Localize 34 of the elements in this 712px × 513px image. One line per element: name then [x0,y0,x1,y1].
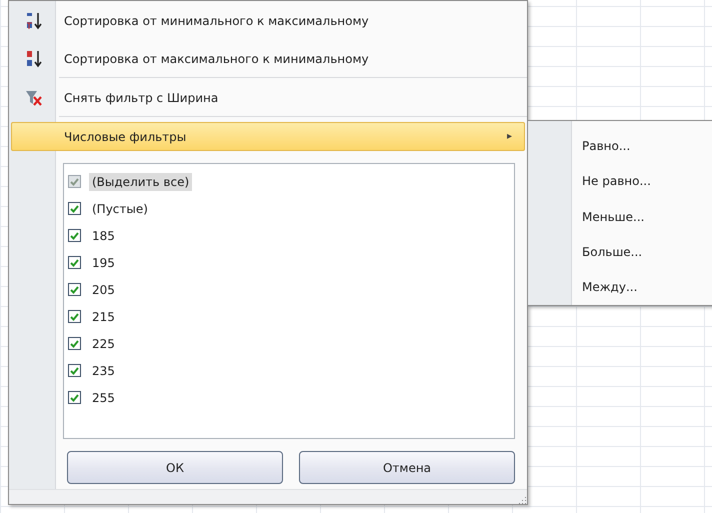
checkbox[interactable] [68,391,81,404]
value-label[interactable]: 195 [89,254,118,272]
menu-item[interactable]: Сортировка от минимального к максимальному [11,6,525,35]
menu-item[interactable]: Между... [528,270,712,306]
menu-item[interactable]: Числовые фильтры ▸ [11,122,525,151]
sort-descending-icon [25,48,43,68]
checkbox[interactable] [68,364,81,377]
sort-ascending-icon [25,10,43,30]
checkbox[interactable] [68,229,81,242]
value-label[interactable]: 185 [89,226,118,244]
resize-grip-icon[interactable] [519,496,527,504]
menu-item[interactable]: Не равно... [528,163,712,199]
value-label[interactable]: (Выделить все) [89,172,192,190]
checkbox[interactable] [68,202,81,215]
submenu-arrow: ▸ [506,131,513,142]
value-label[interactable]: 235 [89,362,118,380]
checkbox[interactable] [68,337,81,350]
funnel-clear-icon [25,88,43,106]
value-label[interactable]: (Пустые) [89,200,151,218]
value-label[interactable]: 205 [89,280,118,298]
checkbox[interactable] [68,256,81,269]
cancel-button[interactable]: Отмена [299,451,515,484]
value-label[interactable]: 255 [89,388,118,406]
checkbox[interactable] [68,283,81,296]
value-label[interactable]: 215 [89,308,118,326]
menu-item[interactable]: Снять фильтр с Ширина [11,83,525,112]
checkbox[interactable] [68,310,81,323]
menu-item[interactable]: Больше... [528,234,712,270]
checkbox[interactable] [68,175,81,188]
ok-button[interactable]: ОК [67,451,283,484]
menu-item[interactable]: Меньше... [528,198,712,234]
menu-item[interactable]: Равно... [528,128,712,164]
menu-item[interactable]: Сортировка от максимального к минимальному [11,44,525,73]
value-label[interactable]: 225 [89,334,118,352]
